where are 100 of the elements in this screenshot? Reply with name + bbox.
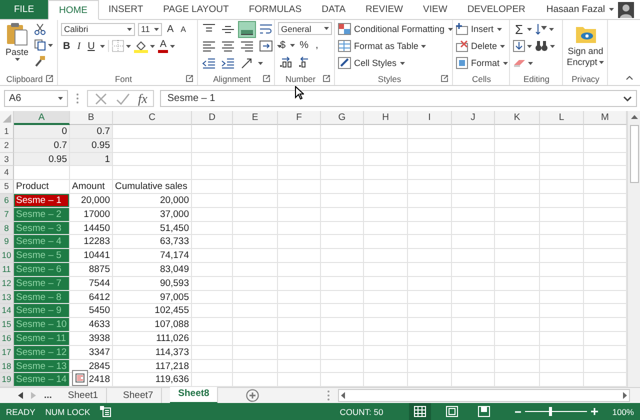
table-cell[interactable] (364, 346, 408, 360)
table-cell[interactable] (452, 249, 495, 263)
expand-icon[interactable] (623, 96, 632, 102)
table-cell[interactable] (233, 208, 278, 222)
table-cell[interactable] (540, 235, 584, 250)
table-cell[interactable] (540, 304, 584, 318)
table-cell[interactable] (452, 138, 495, 153)
table-cell[interactable] (321, 290, 364, 304)
table-cell[interactable] (495, 262, 540, 277)
ribbon-tab[interactable]: PAGE LAYOUT (153, 0, 239, 19)
table-cell[interactable] (278, 222, 321, 236)
styles-menu-button[interactable]: Cell Styles (338, 56, 450, 70)
table-cell[interactable] (233, 235, 278, 250)
table-cell[interactable]: 111,026 (113, 332, 192, 346)
table-cell[interactable] (364, 152, 408, 166)
table-cell[interactable] (192, 235, 233, 250)
table-cell[interactable]: 4633 (70, 318, 113, 332)
scroll-up-icon[interactable] (630, 115, 638, 119)
table-cell[interactable] (408, 208, 452, 222)
table-cell[interactable] (408, 304, 452, 318)
table-cell[interactable]: 12283 (70, 235, 113, 250)
table-cell[interactable] (278, 360, 321, 374)
caret-icon[interactable] (48, 44, 53, 46)
dialog-launcher-icon[interactable] (441, 75, 448, 82)
sign-and-encrypt-button[interactable]: Sign and Encrypt (566, 22, 605, 72)
zoom-out-icon[interactable] (515, 408, 522, 414)
table-cell[interactable]: Sesme – 1 (14, 194, 70, 208)
table-cell[interactable] (452, 152, 495, 166)
collapse-ribbon-icon[interactable] (626, 76, 633, 80)
table-cell[interactable] (408, 360, 452, 374)
table-cell[interactable] (540, 208, 584, 222)
table-cell[interactable] (408, 290, 452, 304)
column-header[interactable]: L (540, 111, 584, 125)
autosum-button[interactable]: Σ (513, 22, 526, 36)
caret-icon[interactable] (609, 8, 614, 11)
table-cell[interactable] (452, 208, 495, 222)
table-cell[interactable] (364, 125, 408, 139)
table-cell[interactable] (192, 346, 233, 360)
table-cell[interactable] (540, 194, 584, 208)
table-cell[interactable] (408, 180, 452, 194)
table-cell[interactable] (408, 249, 452, 263)
table-cell[interactable] (452, 346, 495, 360)
caret-icon[interactable] (154, 28, 159, 30)
cells-menu-button[interactable]: Delete (456, 39, 507, 53)
table-cell[interactable] (364, 166, 408, 180)
table-cell[interactable] (495, 208, 540, 222)
table-cell[interactable] (452, 276, 495, 291)
table-cell[interactable]: 114,373 (113, 346, 192, 360)
caret-icon[interactable] (290, 44, 295, 46)
row-header[interactable]: 18 (0, 360, 14, 374)
row-header[interactable]: 16 (0, 332, 14, 346)
table-cell[interactable] (233, 304, 278, 318)
binoculars-icon[interactable] (535, 40, 548, 52)
table-cell[interactable] (540, 332, 584, 346)
column-header[interactable]: G (321, 111, 364, 125)
column-header[interactable]: E (233, 111, 278, 125)
percent-button[interactable]: % (298, 38, 310, 52)
table-cell[interactable] (495, 304, 540, 318)
table-cell[interactable] (452, 262, 495, 277)
table-cell[interactable] (495, 276, 540, 291)
table-cell[interactable] (364, 208, 408, 222)
increase-indent-icon[interactable] (220, 56, 236, 70)
table-cell[interactable]: 63,733 (113, 235, 192, 250)
table-cell[interactable] (495, 138, 540, 153)
table-cell[interactable] (495, 166, 540, 180)
table-cell[interactable]: 14450 (70, 222, 113, 236)
user-name[interactable]: Hasaan Fazal (546, 0, 605, 19)
table-cell[interactable] (321, 249, 364, 263)
table-cell[interactable] (192, 180, 233, 194)
row-header[interactable]: 7 (0, 208, 14, 222)
cells-menu-button[interactable]: Insert (456, 22, 507, 36)
table-cell[interactable] (364, 249, 408, 263)
table-cell[interactable] (408, 194, 452, 208)
table-cell[interactable] (321, 208, 364, 222)
bold-button[interactable]: B (61, 40, 72, 52)
merge-cells-icon[interactable] (258, 38, 274, 54)
table-cell[interactable] (540, 360, 584, 374)
row-header[interactable]: 1 (0, 125, 14, 139)
currency-button[interactable]: $ (278, 38, 288, 52)
caret-icon[interactable] (502, 62, 508, 64)
fill-down-icon[interactable] (513, 40, 525, 52)
caret-icon[interactable] (527, 44, 532, 48)
table-cell[interactable]: 37,000 (113, 208, 192, 222)
table-cell[interactable] (113, 138, 192, 153)
font-color-button[interactable]: A (158, 40, 168, 52)
table-cell[interactable] (233, 346, 278, 360)
table-cell[interactable]: 1 (70, 152, 113, 166)
table-cell[interactable] (540, 125, 584, 139)
dialog-launcher-icon[interactable] (46, 75, 53, 82)
zoom-level[interactable]: 100% (612, 406, 634, 416)
table-cell[interactable] (192, 360, 233, 374)
scroll-left-icon[interactable] (341, 392, 346, 399)
row-header[interactable]: 9 (0, 235, 14, 250)
table-cell[interactable] (408, 318, 452, 332)
caret-icon[interactable] (258, 62, 263, 64)
table-cell[interactable]: 8875 (70, 262, 113, 277)
table-cell[interactable] (192, 318, 233, 332)
table-cell[interactable]: 20,000 (70, 194, 113, 208)
table-cell[interactable] (408, 138, 452, 153)
column-header[interactable]: I (408, 111, 452, 125)
